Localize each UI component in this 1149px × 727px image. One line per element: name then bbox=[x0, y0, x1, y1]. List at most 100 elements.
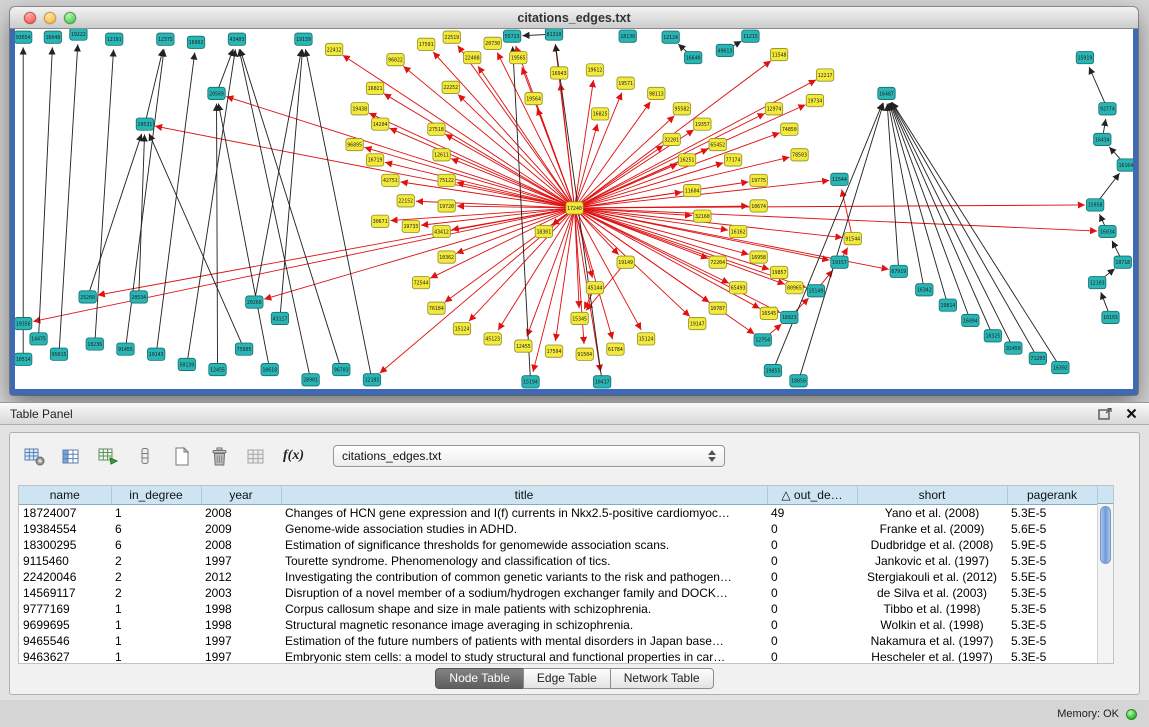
graph-node[interactable]: 19814 bbox=[939, 299, 956, 311]
graph-node[interactable]: 18301 bbox=[535, 225, 552, 237]
import-table-icon[interactable] bbox=[244, 445, 268, 467]
graph-node[interactable]: 30671 bbox=[371, 215, 388, 227]
delete-icon[interactable] bbox=[207, 445, 231, 467]
graph-node[interactable]: 45144 bbox=[586, 282, 603, 294]
graph-node[interactable]: 98113 bbox=[648, 87, 665, 99]
graph-node[interactable]: 77174 bbox=[724, 154, 741, 166]
graph-node[interactable]: 61784 bbox=[607, 343, 624, 355]
column-header-year[interactable]: year bbox=[201, 486, 281, 504]
graph-node[interactable]: 18850 bbox=[790, 375, 807, 387]
graph-node[interactable]: 25260 bbox=[79, 291, 96, 303]
graph-node[interactable]: 16162 bbox=[729, 225, 746, 237]
graph-edge[interactable] bbox=[390, 128, 575, 208]
tab-edge-table[interactable]: Edge Table bbox=[523, 668, 611, 689]
graph-edge[interactable] bbox=[842, 189, 853, 238]
graph-edge[interactable] bbox=[892, 102, 1060, 367]
graph-node[interactable]: 15345 bbox=[571, 312, 588, 324]
graph-node[interactable]: 16719 bbox=[366, 154, 383, 166]
graph-edge[interactable] bbox=[226, 97, 574, 208]
graph-node[interactable]: 10236 bbox=[86, 338, 103, 350]
graph-edge[interactable] bbox=[239, 49, 310, 380]
graph-node[interactable]: 11544 bbox=[831, 173, 848, 185]
graph-node[interactable]: 72204 bbox=[709, 256, 726, 268]
graph-node[interactable]: 76184 bbox=[428, 302, 445, 314]
graph-node[interactable]: 12375 bbox=[157, 33, 174, 45]
graph-edge[interactable] bbox=[451, 159, 574, 208]
graph-edge[interactable] bbox=[575, 208, 755, 334]
graph-node[interactable]: 16094 bbox=[962, 314, 979, 326]
graph-node[interactable]: 11215 bbox=[742, 30, 759, 42]
graph-node[interactable]: 91544 bbox=[844, 233, 861, 245]
graph-node[interactable]: 14204 bbox=[371, 118, 388, 130]
graph-edge[interactable] bbox=[125, 49, 164, 349]
tab-node-table[interactable]: Node Table bbox=[435, 668, 524, 689]
graph-edge[interactable] bbox=[575, 205, 1085, 208]
column-header-out_de[interactable]: △ out_de… bbox=[767, 486, 857, 504]
graph-node[interactable]: 19149 bbox=[617, 256, 634, 268]
network-canvas[interactable]: 1724022412960221759122519224082073019565… bbox=[15, 29, 1133, 389]
graph-node[interactable]: 10514 bbox=[15, 353, 32, 365]
graph-node[interactable]: 17240 bbox=[566, 202, 583, 214]
graph-edge[interactable] bbox=[88, 134, 142, 297]
graph-node[interactable]: 16545 bbox=[760, 307, 777, 319]
graph-node[interactable]: 78503 bbox=[791, 149, 808, 161]
graph-node[interactable]: 11548 bbox=[770, 48, 787, 60]
graph-node[interactable]: 80965 bbox=[786, 282, 803, 294]
graph-node[interactable]: 19775 bbox=[750, 174, 767, 186]
graph-edge[interactable] bbox=[575, 116, 675, 208]
graph-node[interactable]: 12455 bbox=[209, 363, 226, 375]
graph-node[interactable]: 20534 bbox=[130, 291, 147, 303]
graph-node[interactable]: 10362 bbox=[438, 251, 455, 263]
graph-node[interactable]: 50139 bbox=[178, 358, 195, 370]
graph-node[interactable]: 32160 bbox=[694, 210, 711, 222]
graph-node[interactable]: 12455 bbox=[515, 340, 532, 352]
graph-node[interactable]: 19143 bbox=[147, 348, 164, 360]
graph-node[interactable]: 20730 bbox=[484, 37, 501, 49]
graph-node[interactable]: 74850 bbox=[781, 123, 798, 135]
graph-node[interactable]: 19855 bbox=[764, 364, 781, 376]
graph-node[interactable]: 10103 bbox=[1102, 311, 1119, 323]
graph-node[interactable]: 17591 bbox=[418, 38, 435, 50]
graph-edge[interactable] bbox=[280, 49, 303, 318]
graph-node[interactable]: 15124 bbox=[453, 323, 470, 335]
table-row[interactable]: 1830029562008Estimation of significance … bbox=[19, 537, 1097, 553]
table-row[interactable]: 1456911722003Disruption of a novel membe… bbox=[19, 585, 1097, 601]
close-panel-icon[interactable] bbox=[1123, 407, 1139, 421]
graph-node[interactable]: 16487 bbox=[878, 87, 895, 99]
graph-node[interactable]: 22519 bbox=[443, 31, 460, 43]
graph-node[interactable]: 32201 bbox=[663, 133, 680, 145]
graph-node[interactable]: 12754 bbox=[754, 334, 771, 346]
column-header-short[interactable]: short bbox=[857, 486, 1007, 504]
table-row[interactable]: 946554611997Estimation of the future num… bbox=[19, 633, 1097, 649]
graph-edge[interactable] bbox=[217, 49, 234, 94]
graph-node[interactable]: 22408 bbox=[464, 52, 481, 64]
graph-edge[interactable] bbox=[39, 47, 53, 338]
table-row[interactable]: 977716911998Corpus callosum shape and si… bbox=[19, 601, 1097, 617]
graph-node[interactable]: 95015 bbox=[50, 348, 67, 360]
graph-node[interactable]: 20266 bbox=[246, 296, 263, 308]
graph-edge[interactable] bbox=[799, 103, 884, 381]
graph-node[interactable]: 20531 bbox=[136, 118, 153, 130]
graph-node[interactable]: 10417 bbox=[593, 376, 610, 388]
graph-node[interactable]: 92774 bbox=[1099, 103, 1116, 115]
graph-node[interactable]: 91504 bbox=[576, 348, 593, 360]
table-row[interactable]: 911546021997Tourette syndrome. Phenomeno… bbox=[19, 553, 1097, 569]
graph-node[interactable]: 28901 bbox=[302, 374, 319, 386]
graph-node[interactable]: 16342 bbox=[916, 284, 933, 296]
graph-node[interactable]: 19571 bbox=[617, 77, 634, 89]
window-close-button[interactable] bbox=[24, 12, 36, 24]
graph-node[interactable]: 11604 bbox=[683, 184, 700, 196]
graph-node[interactable]: 19147 bbox=[689, 317, 706, 329]
graph-node[interactable]: 12124 bbox=[662, 31, 679, 43]
graph-node[interactable]: 12185 bbox=[363, 374, 380, 386]
window-minimize-button[interactable] bbox=[44, 12, 56, 24]
graph-node[interactable]: 12103 bbox=[1089, 277, 1106, 289]
graph-node[interactable]: 19612 bbox=[586, 64, 603, 76]
graph-node[interactable]: 19564 bbox=[525, 92, 542, 104]
table-row[interactable]: 2242004622012Investigating the contribut… bbox=[19, 569, 1097, 585]
table-scrollbar[interactable] bbox=[1097, 504, 1113, 663]
graph-node[interactable]: 27518 bbox=[428, 123, 445, 135]
graph-node[interactable]: 75905 bbox=[235, 343, 252, 355]
graph-node[interactable]: 18130 bbox=[619, 30, 636, 42]
graph-node[interactable]: 19139 bbox=[295, 33, 312, 45]
